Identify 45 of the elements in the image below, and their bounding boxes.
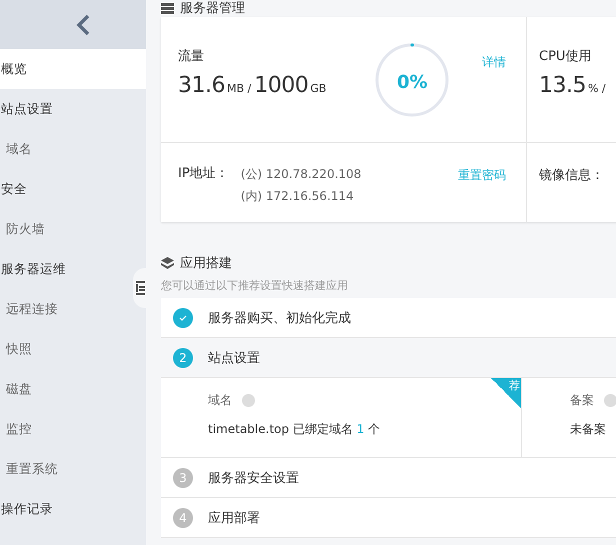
ip-label: IP地址： (178, 165, 229, 183)
field-value: 未备案 (570, 421, 607, 438)
private-ip: (内) 172.16.56.114 (240, 188, 355, 205)
image-info-label: 镜像信息： (539, 167, 604, 185)
check-icon (173, 308, 193, 328)
sidebar-item[interactable]: 快照 (0, 329, 146, 369)
step-row[interactable]: 2 站点设置 (161, 338, 616, 378)
back-icon[interactable] (76, 14, 90, 36)
traffic-label: 流量 (178, 48, 205, 65)
server-icon (161, 2, 174, 14)
section-title: 服务器管理 (180, 0, 245, 17)
layers-icon (161, 257, 174, 269)
step-label: 服务器安全设置 (208, 470, 299, 486)
cpu-label: CPU使用 (539, 48, 592, 65)
traffic-used-unit: MB / (226, 82, 252, 95)
cpu-value: 13.5 (539, 73, 586, 98)
field-label: 域名 (208, 392, 232, 409)
sidebar-item[interactable]: 概览 (0, 49, 146, 89)
public-ip: (公) 120.78.220.108 (240, 166, 362, 183)
traffic-used: 31.6 (178, 73, 225, 98)
section-subtitle: 您可以通过以下推荐设置快速搭建应用 (161, 278, 349, 293)
sidebar-item[interactable]: 监控 (0, 409, 146, 449)
field-label: 备案 (570, 392, 594, 409)
sidebar-item[interactable]: 安全 (0, 169, 146, 209)
step-label: 服务器购买、初始化完成 (208, 310, 351, 326)
gauge-value: 0% (397, 72, 428, 93)
collapse-handle[interactable] (133, 268, 147, 308)
traffic-total: 1000 (254, 73, 308, 98)
sidebar-item[interactable]: 域名 (0, 129, 146, 169)
step-label: 应用部署 (208, 510, 260, 526)
sidebar-item[interactable]: 站点设置 (0, 89, 146, 129)
cpu-unit: % / (588, 82, 606, 95)
step-number: 3 (173, 468, 193, 488)
sidebar-item[interactable]: 磁盘 (0, 369, 146, 409)
menu-icon (136, 281, 144, 295)
step-number: 4 (173, 508, 193, 528)
sidebar-item[interactable]: 防火墙 (0, 209, 146, 249)
traffic-total-unit: GB (310, 82, 326, 95)
step-label: 站点设置 (208, 350, 260, 366)
step-number: 2 (173, 348, 193, 368)
sidebar-item[interactable]: 重置系统 (0, 449, 146, 489)
field-value: timetable.top 已绑定域名 1 个 (208, 421, 382, 438)
section-title: 应用搭建 (180, 255, 232, 272)
recommend-ribbon: 荐 (491, 378, 521, 408)
sidebar-item[interactable]: 操作记录 (0, 489, 146, 529)
